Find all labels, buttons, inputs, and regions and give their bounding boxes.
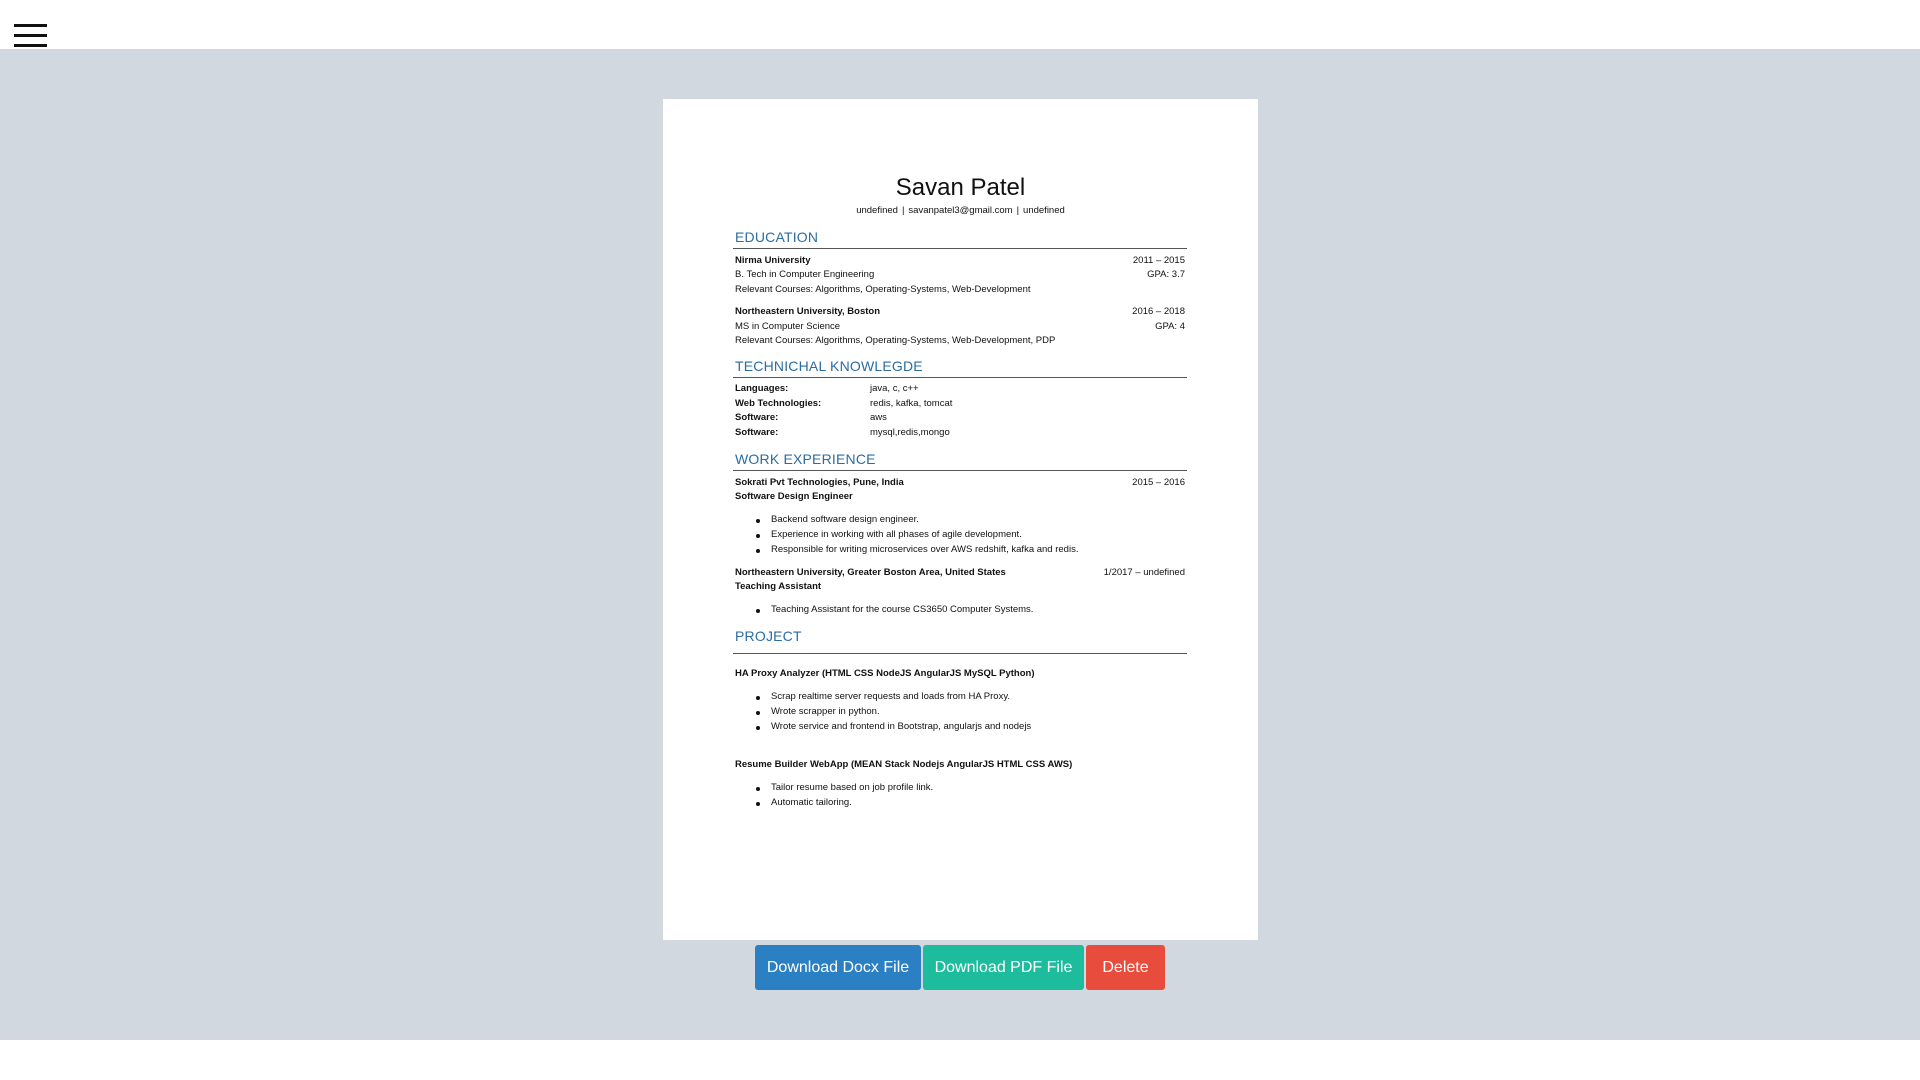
skill-label: Languages:	[735, 383, 789, 394]
menu-line	[14, 24, 47, 27]
work-bullet: Backend software design engineer.	[756, 514, 919, 525]
work-company: Sokrati Pvt Technologies, Pune, India 20…	[735, 476, 1185, 489]
work-bullet: Experience in working with all phases of…	[756, 529, 1022, 540]
work-dates: 2015 – 2016	[1132, 477, 1185, 488]
project-bullet: Scrap realtime server requests and loads…	[755, 691, 1011, 702]
project-bullet: Automatic tailoring.	[756, 797, 852, 808]
education-courses: Relevant Courses: Algorithms, Operating-…	[735, 335, 1056, 346]
skill-value: java, c, c++	[870, 383, 919, 394]
skill-label: Software:	[735, 427, 779, 438]
education-gpa: GPA: 4	[1155, 321, 1185, 332]
work-company: Northeastern University, Greater Boston …	[735, 566, 1185, 579]
project-bullet: Wrote service and frontend in Bootstrap,…	[755, 721, 1032, 732]
school-name: Nirma University	[735, 255, 811, 266]
company-name: Sokrati Pvt Technologies, Pune, India	[735, 477, 904, 488]
section-divider	[733, 653, 1187, 654]
section-title-education: EDUCATION	[735, 229, 819, 245]
company-name: Northeastern University, Greater Boston …	[735, 567, 1006, 578]
download-docx-button[interactable]: Download Docx File	[755, 945, 921, 990]
education-degree: B. Tech in Computer Engineering	[735, 269, 875, 280]
section-title-knowledge: TECHNICHAL KNOWLEGDE	[735, 358, 923, 374]
work-bullet: Teaching Assistant for the course CS3650…	[755, 604, 1034, 615]
education-courses: Relevant Courses: Algorithms, Operating-…	[735, 284, 1031, 295]
top-bar	[0, 0, 1920, 49]
work-bullet: Responsible for writing microservices ov…	[755, 544, 1079, 555]
education-school: Northeastern University, Boston 2016 – 2…	[735, 305, 1185, 318]
section-divider	[733, 248, 1187, 249]
resume-page: Savan Patel undefined | savanpatel3@gmail.…	[663, 99, 1258, 940]
menu-line	[14, 44, 47, 47]
project-bullet: Tailor resume based on job profile link.	[755, 782, 934, 793]
skill-label: Software:	[735, 412, 779, 423]
resume-name: Savan Patel	[895, 174, 1026, 201]
education-degree-row: B. Tech in Computer Engineering GPA: 3.7	[735, 268, 1185, 281]
section-title-work: WORK EXPERIENCE	[735, 451, 876, 467]
skill-value: redis, kafka, tomcat	[870, 398, 953, 409]
project-name: Resume Builder WebApp (MEAN Stack Nodejs…	[735, 759, 1073, 770]
work-dates: 1/2017 – undefined	[1103, 567, 1185, 578]
contact-email: savanpatel3@gmail.com	[908, 205, 1013, 216]
skill-label: Web Technologies:	[735, 398, 822, 409]
project-name: HA Proxy Analyzer (HTML CSS NodeJS Angul…	[735, 668, 1035, 679]
work-role: Teaching Assistant	[735, 581, 822, 592]
section-title-project: PROJECT	[735, 628, 802, 644]
project-bullet: Wrote scrapper in python.	[756, 706, 880, 717]
contact-link: undefined	[1023, 205, 1065, 216]
contact-phone: undefined	[856, 205, 898, 216]
contact-line: undefined | savanpatel3@gmail.com | undefine…	[663, 205, 1258, 216]
education-gpa: GPA: 3.7	[1147, 269, 1185, 280]
education-degree-row: MS in Computer Science GPA: 4	[735, 320, 1185, 333]
section-divider	[733, 377, 1187, 378]
skill-value: aws	[870, 412, 887, 423]
menu-line	[14, 34, 47, 37]
contact-separator: |	[1016, 205, 1020, 216]
delete-button[interactable]: Delete	[1086, 945, 1165, 990]
skill-value: mysql,redis,mongo	[870, 427, 950, 438]
school-name: Northeastern University, Boston	[735, 306, 880, 317]
section-divider	[733, 470, 1187, 471]
education-degree: MS in Computer Science	[735, 321, 841, 332]
education-school: Nirma University 2011 – 2015	[735, 254, 1185, 267]
work-role: Software Design Engineer	[735, 491, 853, 502]
education-dates: 2011 – 2015	[1132, 255, 1185, 266]
education-dates: 2016 – 2018	[1132, 306, 1185, 317]
footer-strip	[0, 1040, 1920, 1080]
contact-separator: |	[901, 205, 905, 216]
download-pdf-button[interactable]: Download PDF File	[923, 945, 1084, 990]
hamburger-menu-icon[interactable]	[14, 24, 47, 48]
